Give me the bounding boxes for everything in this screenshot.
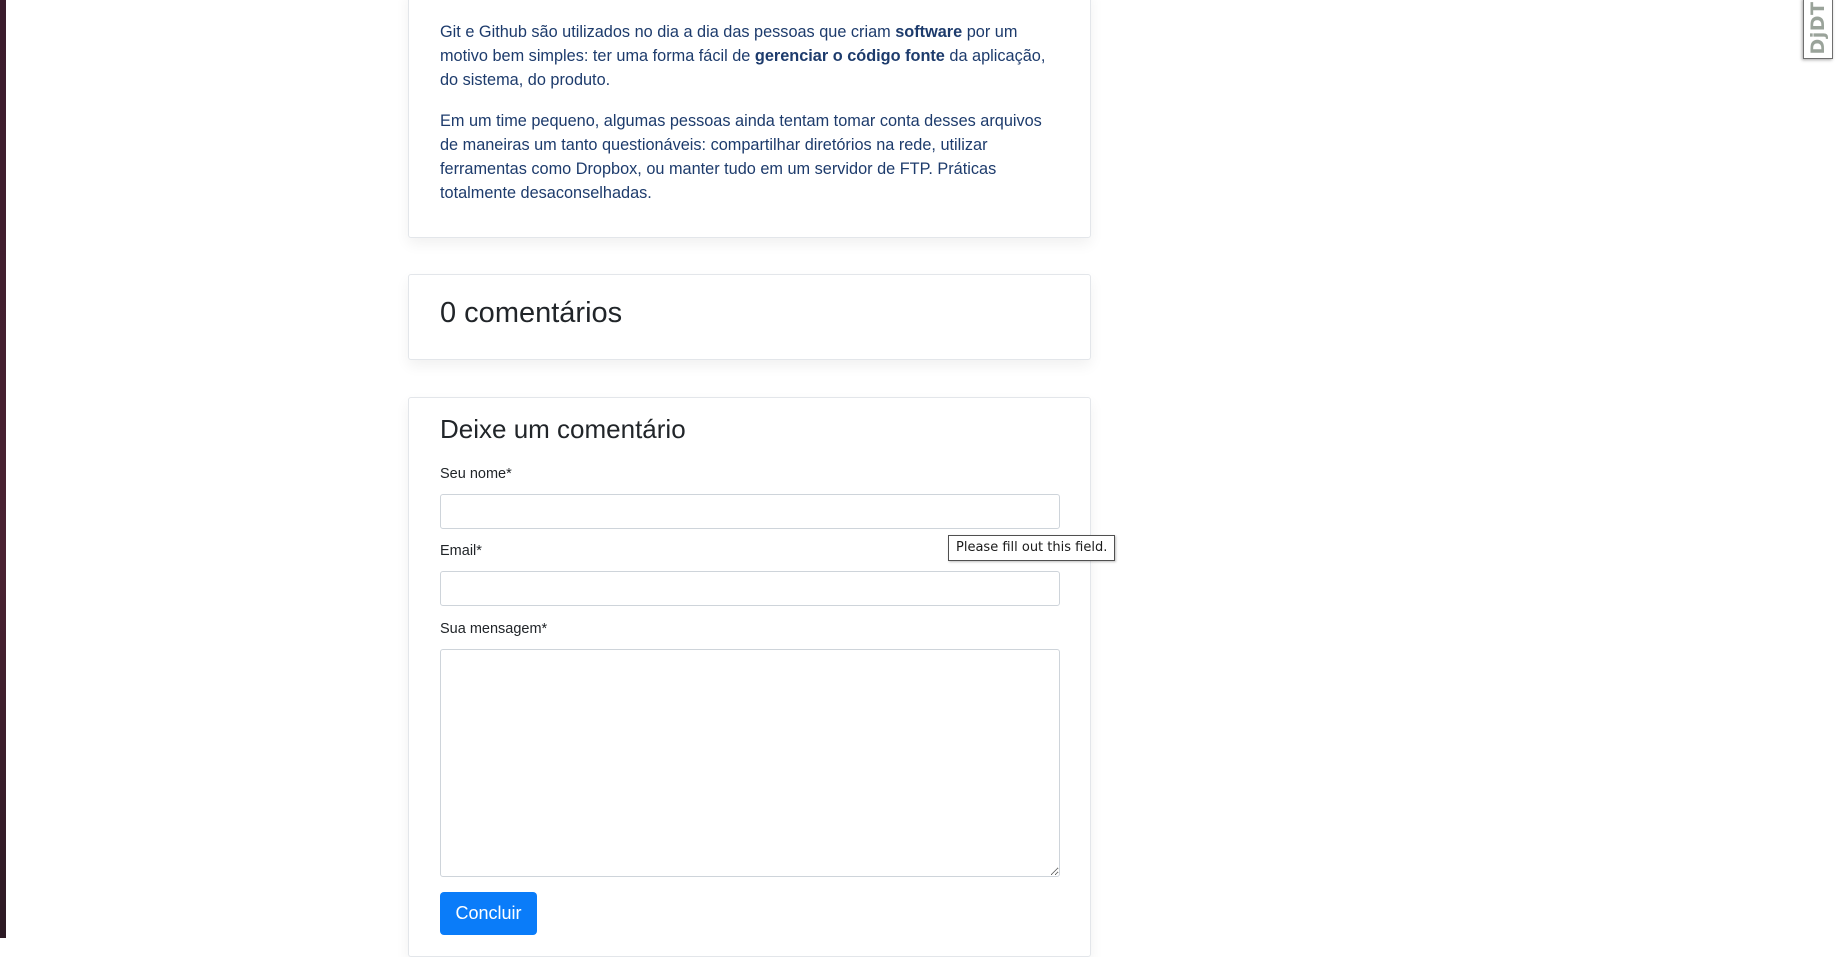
article-paragraph-2: Em um time pequeno, algumas pessoas aind… bbox=[440, 112, 1042, 202]
article-text: Git e Github são utilizados no dia a dia… bbox=[440, 23, 896, 41]
window-left-edge bbox=[0, 0, 6, 938]
message-textarea[interactable] bbox=[440, 649, 1060, 877]
comment-form-title: Deixe um comentário bbox=[440, 414, 686, 444]
submit-button[interactable]: Concluir bbox=[440, 892, 537, 935]
debug-toolbar-handle[interactable]: DjDT bbox=[1803, 0, 1833, 59]
message-label: Sua mensagem* bbox=[440, 621, 548, 637]
comments-card: 0 comentários bbox=[408, 274, 1091, 360]
validation-tooltip: Please fill out this field. bbox=[948, 535, 1116, 561]
name-input[interactable] bbox=[440, 494, 1060, 529]
debug-toolbar-label: DjDT bbox=[1807, 1, 1829, 55]
article-bold-code: gerenciar o código fonte bbox=[754, 47, 945, 65]
comment-form-card: Deixe um comentário Seu nome* Email* Sua… bbox=[408, 397, 1091, 957]
article-paragraph-1: Git e Github são utilizados no dia a dia… bbox=[440, 20, 1060, 92]
email-input[interactable] bbox=[440, 571, 1060, 606]
article-bold-software: software bbox=[895, 23, 963, 41]
name-label: Seu nome* bbox=[440, 466, 512, 482]
comments-count-heading: 0 comentários bbox=[440, 297, 623, 329]
email-label: Email* bbox=[440, 543, 482, 559]
article-card: Git e Github são utilizados no dia a dia… bbox=[408, 0, 1091, 238]
